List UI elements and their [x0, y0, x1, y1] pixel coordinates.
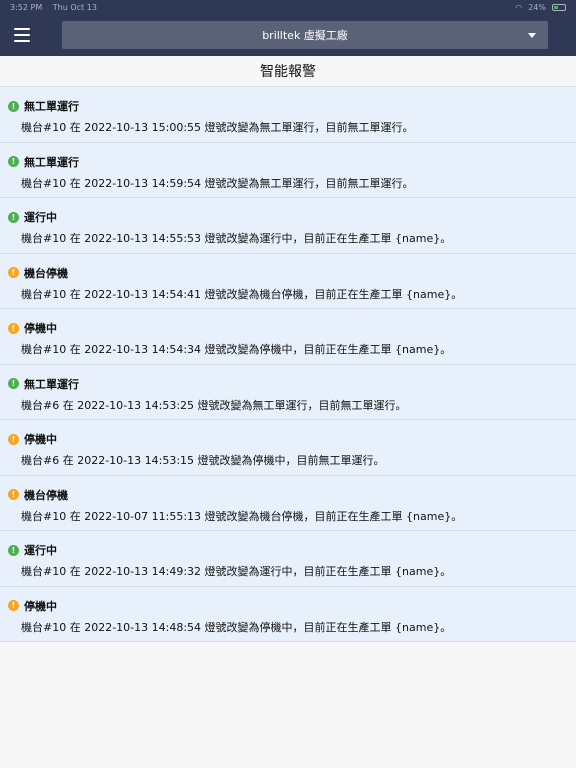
alert-item[interactable]: ! 停機中 機台#6 在 2022-10-13 14:53:15 燈號改變為停機中…	[0, 420, 576, 476]
alert-item[interactable]: ! 機台停機 機台#10 在 2022-10-13 14:54:41 燈號改變為機…	[0, 253, 576, 309]
status-time: 3:52 PM	[10, 2, 43, 12]
alert-message: 機台#10 在 2022-10-07 11:55:13 燈號改變為機台停機，目前…	[21, 509, 463, 523]
alert-message: 機台#10 在 2022-10-13 14:59:54 燈號改變為無工單運行，目…	[21, 176, 414, 190]
info-orange-icon: !	[8, 489, 19, 500]
alert-list: ! 無工單運行 機台#10 在 2022-10-13 15:00:55 燈號改變為…	[0, 86, 576, 642]
alert-message: 機台#10 在 2022-10-13 14:55:53 燈號改變為運行中，目前正…	[21, 232, 452, 245]
info-orange-icon: !	[8, 433, 19, 445]
alert-item[interactable]: ! 無工單運行 機台#10 在 2022-10-13 15:00:55 燈號改變為…	[0, 87, 576, 143]
battery-percent: 24%	[528, 2, 546, 12]
alert-title: 停機中	[24, 433, 57, 446]
info-green-icon: !	[8, 156, 19, 167]
alert-item[interactable]: ! 機台停機 機台#10 在 2022-10-07 11:55:13 燈號改變為機…	[0, 475, 576, 531]
alert-title: 無工單運行	[24, 155, 79, 169]
alert-title: 停機中	[24, 599, 57, 613]
alert-message: 機台#6 在 2022-10-13 14:53:25 燈號改變為無工單運行，目前…	[21, 398, 407, 412]
info-orange-icon: !	[8, 600, 19, 611]
alert-title: 停機中	[24, 322, 57, 335]
alert-item[interactable]: ! 無工單運行 機台#6 在 2022-10-13 14:53:25 燈號改變為無…	[0, 364, 576, 420]
battery-icon	[552, 3, 566, 11]
alert-title: 無工單運行	[24, 377, 79, 391]
alert-title: 運行中	[24, 544, 57, 557]
info-green-icon: !	[8, 100, 19, 112]
alert-title: 運行中	[24, 211, 57, 224]
alert-message: 機台#10 在 2022-10-13 14:54:34 燈號改變為停機中，目前正…	[21, 343, 452, 356]
wifi-icon: ◠	[515, 2, 523, 12]
page-title: 智能報警	[0, 56, 576, 86]
alert-message: 機台#6 在 2022-10-13 14:53:15 燈號改變為停機中，目前無工…	[21, 454, 385, 467]
alert-title: 機台停機	[24, 266, 68, 280]
alert-message: 機台#10 在 2022-10-13 14:48:54 燈號改變為停機中，目前正…	[21, 620, 452, 634]
info-orange-icon: !	[8, 322, 19, 334]
hamburger-menu-icon[interactable]	[14, 28, 30, 42]
alert-item[interactable]: ! 停機中 機台#10 在 2022-10-13 14:48:54 燈號改變為停機…	[0, 586, 576, 642]
status-bar: 3:52 PM Thu Oct 13 ◠ 24%	[0, 0, 576, 14]
info-green-icon: !	[8, 544, 19, 556]
info-green-icon: !	[8, 378, 19, 389]
alert-item[interactable]: ! 無工單運行 機台#10 在 2022-10-13 14:59:54 燈號改變為…	[0, 142, 576, 198]
site-select-dropdown[interactable]: brilltek 虛擬工廠	[62, 21, 548, 49]
nav-bar: brilltek 虛擬工廠	[0, 14, 576, 56]
alert-title: 機台停機	[24, 488, 68, 502]
alert-message: 機台#10 在 2022-10-13 14:49:32 燈號改變為運行中，目前正…	[21, 565, 452, 578]
info-orange-icon: !	[8, 267, 19, 278]
alert-message: 機台#10 在 2022-10-13 15:00:55 燈號改變為無工單運行，目…	[21, 121, 414, 134]
site-select-value: brilltek 虛擬工廠	[262, 29, 348, 42]
alert-title: 無工單運行	[24, 100, 79, 113]
alert-item[interactable]: ! 停機中 機台#10 在 2022-10-13 14:54:34 燈號改變為停機…	[0, 309, 576, 365]
chevron-down-icon	[528, 33, 536, 38]
alert-item[interactable]: ! 運行中 機台#10 在 2022-10-13 14:55:53 燈號改變為運行…	[0, 198, 576, 254]
alert-item[interactable]: ! 運行中 機台#10 在 2022-10-13 14:49:32 燈號改變為運行…	[0, 531, 576, 587]
status-date: Thu Oct 13	[52, 2, 97, 12]
info-green-icon: !	[8, 211, 19, 223]
alert-message: 機台#10 在 2022-10-13 14:54:41 燈號改變為機台停機，目前…	[21, 287, 463, 301]
